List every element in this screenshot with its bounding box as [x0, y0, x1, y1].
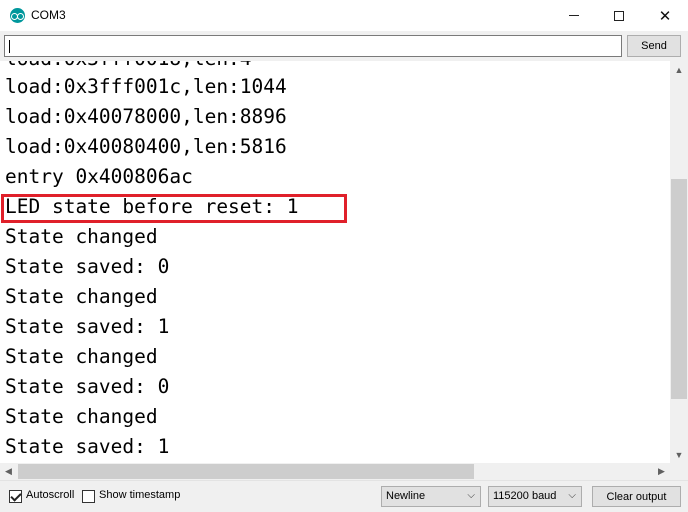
- clear-output-button[interactable]: Clear output: [592, 486, 681, 507]
- output-line: load:0x40080400,len:5816: [5, 135, 287, 158]
- close-icon: ✕: [658, 7, 672, 25]
- serial-output[interactable]: load:0x3fff0018,len:4 load:0x3fff001c,le…: [0, 61, 670, 463]
- title-bar: COM3 ✕: [0, 0, 688, 31]
- output-line: State changed: [5, 225, 158, 248]
- output-line: load:0x40078000,len:8896: [5, 105, 287, 128]
- output-line: State changed: [5, 285, 158, 308]
- vertical-scroll-thumb[interactable]: [671, 179, 687, 399]
- chevron-down-icon: ⌵: [467, 490, 475, 501]
- send-button[interactable]: Send: [627, 35, 681, 57]
- highlight-box: [1, 194, 347, 223]
- output-line: State saved: 0: [5, 375, 170, 398]
- output-line: entry 0x400806ac: [5, 165, 193, 188]
- maximize-icon: [614, 10, 624, 21]
- horizontal-scrollbar[interactable]: ◀ ▶: [0, 463, 670, 480]
- autoscroll-label: Autoscroll: [26, 489, 75, 501]
- serial-input[interactable]: [4, 35, 622, 57]
- scroll-up-icon[interactable]: ▲: [670, 61, 688, 78]
- scroll-left-icon[interactable]: ◀: [0, 463, 17, 480]
- arduino-icon: [10, 8, 25, 23]
- chevron-down-icon: ⌵: [568, 490, 576, 501]
- output-line: State saved: 0: [5, 255, 170, 278]
- text-caret: [9, 40, 10, 53]
- autoscroll-checkbox[interactable]: [9, 490, 22, 503]
- minimize-button[interactable]: [551, 0, 597, 31]
- vertical-scrollbar[interactable]: ▲ ▼: [670, 61, 688, 463]
- baud-rate-value: 115200 baud: [493, 490, 557, 502]
- horizontal-scroll-thumb[interactable]: [18, 464, 474, 479]
- output-line: State changed: [5, 345, 158, 368]
- bottom-bar: Autoscroll Show timestamp Newline ⌵ 1152…: [0, 480, 688, 512]
- maximize-button[interactable]: [596, 0, 642, 31]
- scrollbar-corner: [670, 463, 688, 480]
- close-button[interactable]: ✕: [642, 0, 688, 31]
- window-title: COM3: [31, 8, 66, 22]
- minimize-icon: [569, 15, 579, 16]
- line-ending-select[interactable]: Newline ⌵: [381, 486, 481, 507]
- line-ending-value: Newline: [386, 490, 426, 502]
- timestamp-label: Show timestamp: [99, 489, 181, 501]
- baud-rate-select[interactable]: 115200 baud ⌵: [488, 486, 582, 507]
- output-line: State saved: 1: [5, 435, 170, 458]
- scroll-right-icon[interactable]: ▶: [653, 463, 670, 480]
- output-line: State saved: 1: [5, 315, 170, 338]
- send-row: Send: [0, 31, 688, 61]
- output-line: State changed: [5, 405, 158, 428]
- scroll-down-icon[interactable]: ▼: [670, 446, 688, 463]
- timestamp-checkbox[interactable]: [82, 490, 95, 503]
- output-line: load:0x3fff001c,len:1044: [5, 75, 287, 98]
